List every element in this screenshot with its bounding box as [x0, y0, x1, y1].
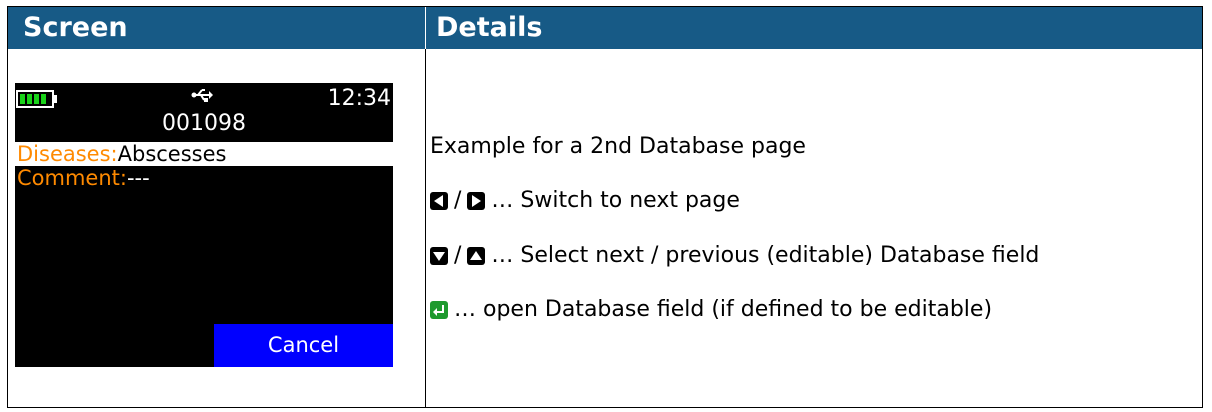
database-field-comment[interactable]: Comment:---	[15, 166, 393, 191]
record-id: 001098	[162, 111, 246, 136]
database-field-diseases[interactable]: Diseases:Abscesses	[15, 142, 393, 167]
up-arrow-key-icon	[467, 246, 486, 265]
device-screen: 12:34 001098 Diseases:Abscesses Comment:…	[15, 83, 393, 367]
enter-key-icon	[430, 300, 448, 319]
details-line-switch-page: / … Switch to next page	[430, 188, 740, 213]
table-header: Screen Details	[8, 7, 1202, 49]
field-label: Comment:	[17, 166, 127, 190]
battery-bar	[34, 94, 39, 104]
left-arrow-key-icon	[430, 191, 448, 210]
separator: /	[454, 243, 462, 268]
details-text: … Select next / previous (editable) Data…	[491, 243, 1040, 268]
separator: /	[454, 188, 462, 213]
battery-bar	[41, 94, 46, 104]
details-intro: Example for a 2nd Database page	[430, 134, 806, 159]
column-divider	[425, 7, 426, 407]
field-value: ---	[126, 166, 150, 190]
battery-bar	[27, 94, 32, 104]
details-line-open-field: … open Database field (if defined to be …	[430, 297, 992, 322]
column-header-screen: Screen	[23, 12, 128, 43]
clock: 12:34	[327, 86, 391, 111]
field-value: Abscesses	[117, 142, 227, 166]
cancel-button[interactable]: Cancel	[214, 324, 393, 367]
down-arrow-key-icon	[430, 246, 448, 265]
details-text: … open Database field (if defined to be …	[454, 297, 993, 322]
battery-bar	[20, 94, 25, 104]
header-divider	[425, 7, 426, 49]
battery-icon	[16, 90, 54, 108]
field-label: Diseases:	[17, 142, 118, 166]
details-text: … Switch to next page	[491, 188, 740, 213]
right-arrow-key-icon	[467, 191, 486, 210]
usb-icon	[191, 85, 213, 110]
battery-tip	[54, 95, 57, 103]
details-line-select-field: / … Select next / previous (editable) Da…	[430, 243, 1039, 268]
column-header-details: Details	[436, 12, 543, 43]
